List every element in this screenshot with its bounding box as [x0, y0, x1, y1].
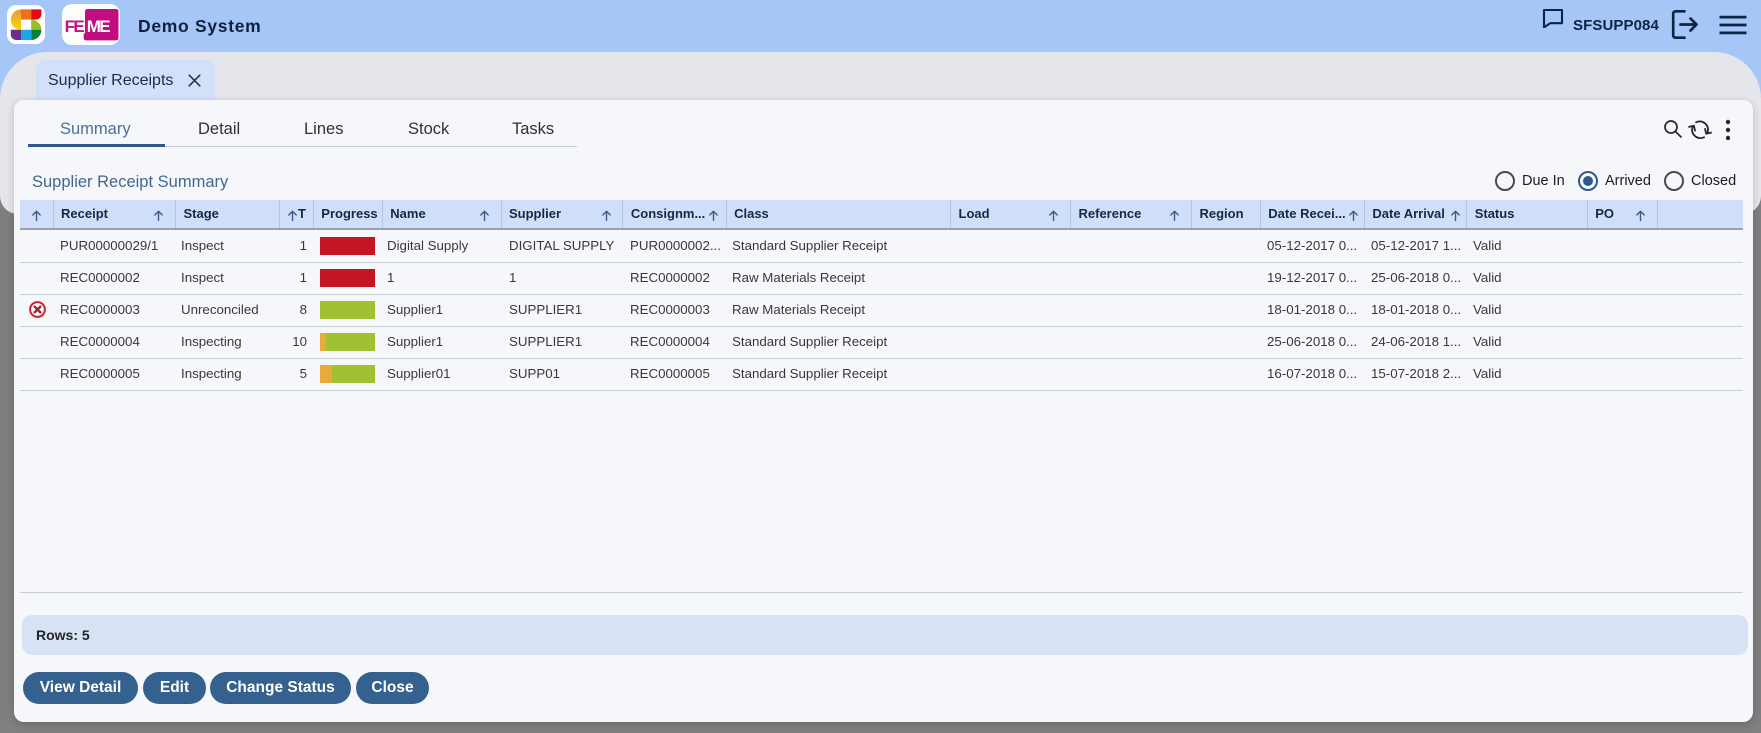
svg-text:FE: FE: [65, 17, 85, 36]
svg-text:ME: ME: [87, 17, 111, 36]
